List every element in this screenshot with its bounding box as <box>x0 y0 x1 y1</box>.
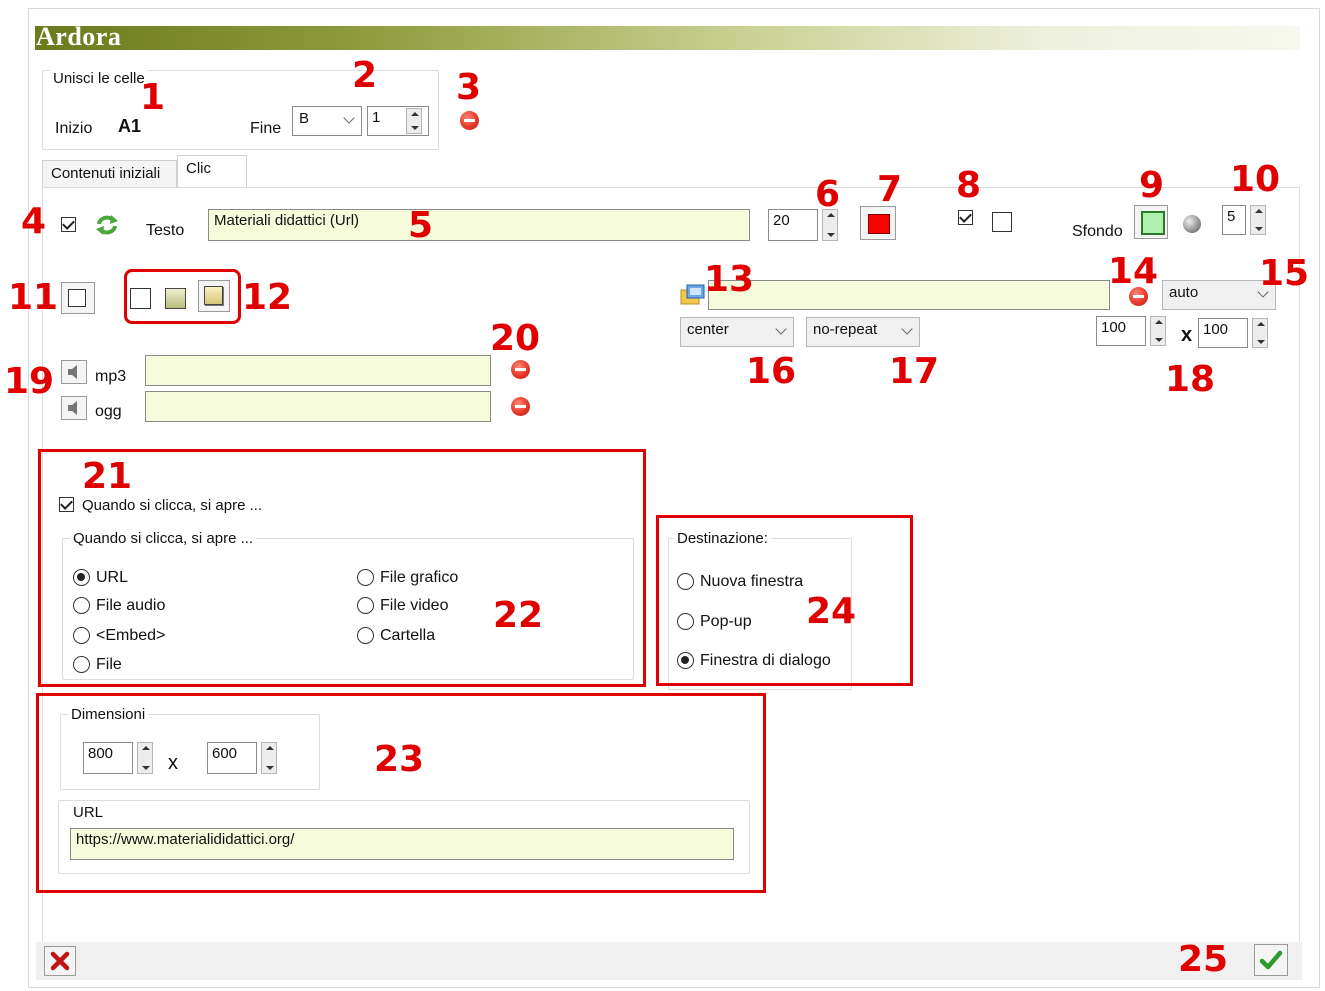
end-column-value: B <box>299 110 310 127</box>
font-color-swatch <box>868 214 890 234</box>
callout-5: 5 <box>408 205 434 246</box>
refresh-icon[interactable] <box>93 213 121 237</box>
background-color-swatch <box>1141 211 1165 235</box>
callout-9: 9 <box>1139 165 1165 206</box>
callout-11: 11 <box>8 277 59 318</box>
callout-2: 2 <box>352 55 378 96</box>
callout-23: 23 <box>374 739 425 780</box>
chevron-down-icon <box>901 323 913 335</box>
close-icon <box>50 951 70 971</box>
tab-click[interactable]: Clic <box>177 155 247 188</box>
callout-16: 16 <box>746 351 797 392</box>
opacity-spin-buttons[interactable] <box>1250 205 1266 235</box>
background-position-value: center <box>687 321 729 338</box>
callout-22: 22 <box>493 595 544 636</box>
callout-8: 8 <box>956 165 982 206</box>
title-bar <box>35 26 1300 50</box>
callout-19: 19 <box>4 361 55 402</box>
callout-13: 13 <box>704 259 755 300</box>
bottom-bar <box>36 942 1302 980</box>
opacity-icon <box>1183 215 1201 233</box>
image-width-stepper[interactable]: 100 <box>1096 316 1146 346</box>
image-height-spin-buttons[interactable] <box>1252 318 1268 348</box>
callout-6: 6 <box>815 174 841 215</box>
mp3-label: mp3 <box>95 368 127 385</box>
image-width-value: 100 <box>1101 319 1127 336</box>
end-row-value: 1 <box>372 109 381 126</box>
text-input[interactable]: Materiali didattici (Url) <box>208 209 750 241</box>
annotation-box-23 <box>36 693 766 893</box>
checkmark-icon <box>1259 950 1283 970</box>
cell-border-button[interactable] <box>61 282 95 314</box>
end-column-select[interactable]: B <box>292 106 362 136</box>
show-text-checkbox[interactable] <box>61 217 76 232</box>
square-icon <box>68 289 86 307</box>
background-position-select[interactable]: center <box>680 317 794 347</box>
callout-12: 12 <box>242 277 293 318</box>
background-repeat-value: no-repeat <box>813 321 878 338</box>
font-size-stepper[interactable]: 20 <box>768 209 818 241</box>
annotation-box-12 <box>124 269 241 324</box>
ogg-label: ogg <box>95 403 122 420</box>
image-path-input[interactable] <box>708 280 1110 310</box>
callout-18: 18 <box>1165 359 1216 400</box>
bold-checkbox[interactable] <box>958 210 973 225</box>
remove-merge-icon[interactable] <box>460 111 479 130</box>
app-title: Ardora <box>36 22 122 51</box>
remove-ogg-icon[interactable] <box>511 397 530 416</box>
cancel-button[interactable] <box>44 946 76 976</box>
annotation-box-24 <box>656 515 913 686</box>
chevron-down-icon <box>343 112 355 124</box>
font-size-value: 20 <box>773 212 790 229</box>
callout-15: 15 <box>1259 253 1310 294</box>
callout-10: 10 <box>1230 159 1281 200</box>
confirm-button[interactable] <box>1254 944 1288 976</box>
start-cell-value: A1 <box>118 116 142 136</box>
remove-mp3-icon[interactable] <box>511 360 530 379</box>
opacity-stepper[interactable]: 5 <box>1222 205 1246 235</box>
image-height-value: 100 <box>1203 321 1229 338</box>
callout-25: 25 <box>1178 939 1229 980</box>
times-sign: x <box>1181 324 1193 346</box>
border-checkbox[interactable] <box>992 212 1012 232</box>
callout-7: 7 <box>877 169 903 210</box>
chevron-down-icon <box>775 323 787 335</box>
end-row-spin-buttons[interactable] <box>406 108 422 134</box>
tab-initial-contents[interactable]: Contenuti iniziali <box>42 160 177 188</box>
callout-17: 17 <box>889 351 940 392</box>
text-label: Testo <box>146 222 185 239</box>
callout-14: 14 <box>1108 251 1159 292</box>
end-label: Fine <box>250 120 282 137</box>
open-image-icon[interactable] <box>680 284 706 306</box>
mp3-input[interactable] <box>145 355 491 386</box>
background-label: Sfondo <box>1072 223 1123 240</box>
ogg-input[interactable] <box>145 391 491 422</box>
callout-1: 1 <box>140 77 166 118</box>
callout-20: 20 <box>490 318 541 359</box>
merge-cells-legend: Unisci le celle <box>50 70 148 87</box>
image-width-spin-buttons[interactable] <box>1150 316 1166 346</box>
background-color-button[interactable] <box>1134 205 1168 239</box>
background-repeat-select[interactable]: no-repeat <box>806 317 920 347</box>
callout-3: 3 <box>456 67 482 108</box>
callout-24: 24 <box>806 591 857 632</box>
background-size-value: auto <box>1169 284 1199 301</box>
image-height-stepper[interactable]: 100 <box>1198 318 1248 348</box>
opacity-value: 5 <box>1227 208 1236 225</box>
callout-21: 21 <box>82 456 133 497</box>
callout-4: 4 <box>21 201 47 242</box>
start-label: Inizio <box>55 120 93 137</box>
font-color-button[interactable] <box>860 206 896 240</box>
speaker-icon[interactable] <box>61 396 87 420</box>
speaker-icon[interactable] <box>61 360 87 384</box>
